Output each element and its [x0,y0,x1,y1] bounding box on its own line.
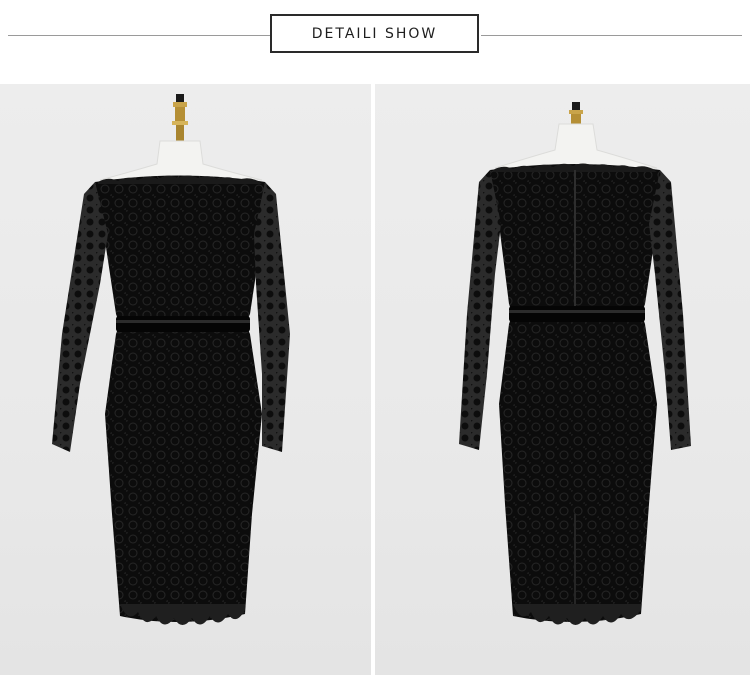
dress-front-photo [0,84,371,675]
dress-back-photo [375,84,750,675]
section-title-box: DETAILI SHOW [270,14,479,53]
dress-front-illustration [52,94,290,625]
back-slit [574,514,576,614]
section-header: DETAILI SHOW [0,0,750,84]
section-title: DETAILI SHOW [311,25,438,42]
dress-body [95,175,265,623]
mannequin-finial-back [569,102,583,124]
mannequin-finial-front [172,94,188,141]
bottom-strip [0,675,750,680]
back-waist-ribbon [509,306,645,322]
back-zipper [574,170,576,310]
header-rule-left [8,35,270,36]
dress-back-illustration [459,102,691,625]
back-left-sleeve [459,170,501,450]
waist-ribbon [116,316,250,332]
left-sleeve [52,182,108,452]
header-rule-right [481,35,742,36]
